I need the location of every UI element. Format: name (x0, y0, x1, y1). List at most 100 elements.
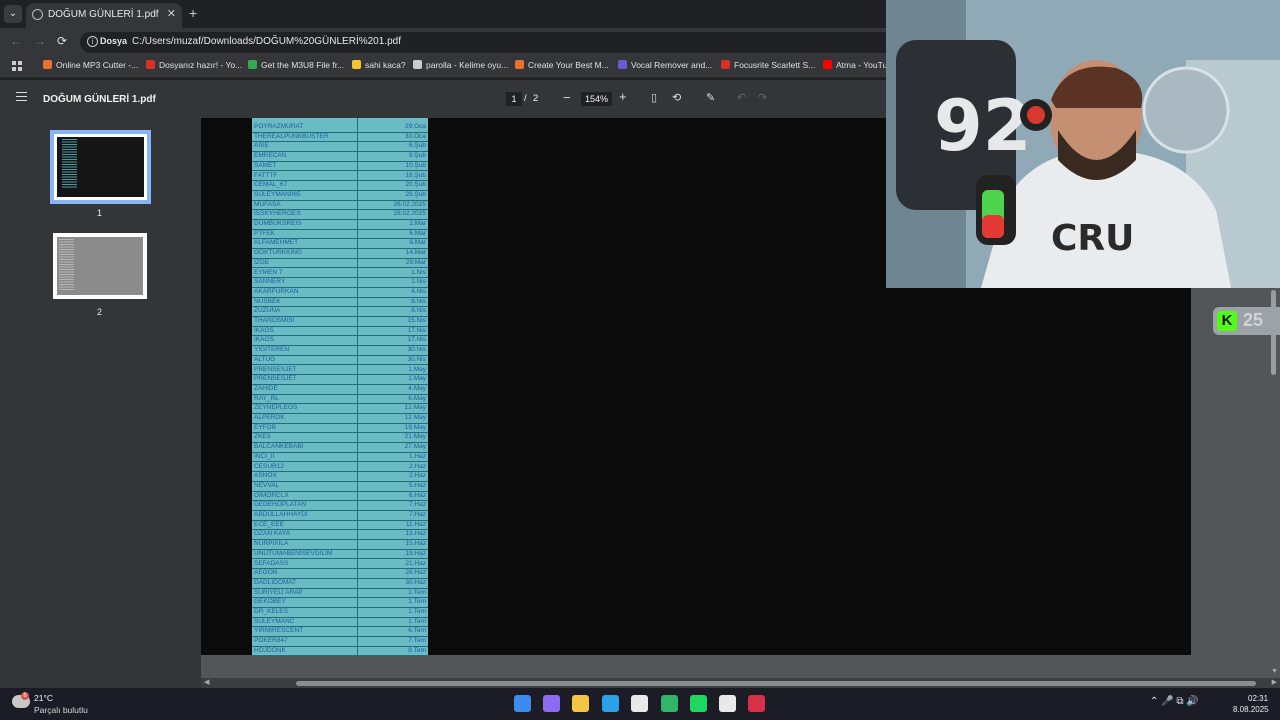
chrome-icon[interactable] (719, 695, 736, 712)
scroll-right-icon[interactable]: ▶ (1272, 678, 1277, 686)
zoom-in-button[interactable]: + (619, 89, 627, 104)
weather-description[interactable]: Parçalı bulutlu (34, 705, 88, 715)
table-cell-name: THANOSMISI (252, 317, 357, 327)
bookmark-label: sahi kaca? (365, 60, 406, 70)
table-cell-date: 2.Mar (358, 220, 428, 230)
menu-icon[interactable] (16, 92, 27, 101)
tab-pdf[interactable]: DOĞUM GÜNLERİ 1.pdf ✕ (26, 3, 182, 28)
reload-button[interactable]: ⟳ (57, 34, 67, 48)
table-cell-name: ASNOX (252, 472, 357, 482)
scroll-left-icon[interactable]: ◀ (204, 678, 209, 686)
rotate-icon[interactable]: ⟲ (672, 91, 681, 104)
table-cell-name: YIRMIRESCENT (252, 627, 357, 638)
table-cell-date: 28.Haz (358, 569, 428, 579)
bookmark-favicon-icon (823, 60, 832, 69)
page-number-input[interactable]: 1 (506, 92, 522, 106)
horizontal-scrollbar[interactable]: ◀ ▶ (201, 678, 1280, 688)
table-cell-name: CESUR12 (252, 463, 357, 473)
kick-follower-badge: K 25 (1213, 307, 1280, 335)
table-cell-date: 7.Tem (358, 637, 428, 647)
table-cell-date: 17.Nis (358, 327, 428, 337)
table-cell-name: PRENSESJET (252, 366, 357, 376)
annotate-icon[interactable]: ✎ (706, 91, 715, 104)
table-cell-name: MUFASA (252, 201, 357, 211)
table-cell-name: AEGON (252, 569, 357, 579)
undo-icon[interactable]: ↶ (737, 91, 746, 104)
clock-time[interactable]: 02:31 (1248, 694, 1268, 703)
bookmark-item[interactable]: parolla - Kelime oyu... (413, 60, 508, 74)
table-cell-date: 26.Şub (358, 191, 428, 201)
table-cell-date: 1.Haz (358, 453, 428, 463)
table-cell-date: 21.Haz (358, 560, 428, 570)
spotify-icon[interactable] (690, 695, 707, 712)
table-cell-name: DEDEHOPLATAN (252, 501, 357, 511)
file-explorer-icon[interactable] (572, 695, 589, 712)
info-icon[interactable]: i (87, 36, 98, 47)
table-cell-date: 21.May (358, 433, 428, 444)
browser-toolbar: ← → ⟳ i Dosya C:/Users/muzaf/Downloads/D… (0, 28, 886, 56)
site-chip[interactable]: Dosya (100, 36, 127, 46)
table-cell-name: SAMET (252, 162, 357, 172)
windows-start-icon[interactable] (514, 695, 531, 712)
close-tab-icon[interactable]: ✕ (167, 7, 176, 20)
table-cell-date: 1.Nis (358, 269, 428, 279)
table-cell-name: ALPEROK (252, 414, 357, 424)
address-bar[interactable]: i Dosya C:/Users/muzaf/Downloads/DOĞUM%2… (80, 32, 886, 53)
bookmark-item[interactable]: Get the M3U8 File fr... (248, 60, 344, 74)
windows-taskbar: 6 21°C Parçalı bulutlu ⌃ 🎤 ⧉ 🔊 02:31 8.0… (0, 688, 1280, 720)
horizontal-scroll-thumb[interactable] (296, 681, 1256, 686)
follower-count: 25 (1243, 310, 1264, 330)
edge-icon[interactable] (602, 695, 619, 712)
system-tray[interactable]: ⌃ 🎤 ⧉ 🔊 (1150, 696, 1199, 707)
bookmark-item[interactable]: Atma - YouTu (823, 60, 887, 74)
bookmark-item[interactable]: Vocal Remover and... (618, 60, 712, 74)
table-cell-name: YİĞİTEREN (252, 346, 357, 356)
page-total: 2 (533, 93, 539, 104)
clock-date[interactable]: 8.08.2025 (1233, 705, 1269, 714)
copilot-icon[interactable] (543, 695, 560, 712)
store-icon[interactable] (631, 695, 648, 712)
redo-icon[interactable]: ↷ (758, 91, 767, 104)
forward-button[interactable]: → (34, 34, 46, 48)
bookmark-item[interactable]: Focusrite Scarlett S... (721, 60, 815, 74)
tracker-app-icon[interactable] (661, 695, 678, 712)
table-cell-date: 1.Tem (358, 598, 428, 608)
url-text[interactable]: C:/Users/muzaf/Downloads/DOĞUM%20GÜNLERİ… (132, 36, 401, 47)
bookmark-item[interactable]: Online MP3 Cutter -... (43, 60, 138, 74)
weather-badge: 6 (21, 692, 29, 700)
bookmark-item[interactable]: Create Your Best M... (515, 60, 609, 74)
bookmark-item[interactable]: Dosyanız hazır! - Yo... (146, 60, 242, 74)
new-tab-button[interactable]: + (189, 5, 197, 21)
table-cell-date: 6.Mar (358, 230, 428, 240)
temperature[interactable]: 21°C (34, 693, 53, 703)
table-cell-date: 19.Haz (358, 550, 428, 560)
scroll-down-icon[interactable]: ▼ (1271, 668, 1278, 675)
tab-strip: ⌄ DOĞUM GÜNLERİ 1.pdf ✕ + (0, 0, 886, 28)
table-cell-date: 9.Şub (358, 152, 428, 162)
table-cell-name: POYRAZMURAT (252, 123, 357, 133)
table-cell-date: 5.Haz (358, 482, 428, 492)
page-thumbnail-1[interactable] (50, 130, 151, 204)
back-button[interactable]: ← (10, 34, 22, 48)
kick-logo-icon: K (1217, 311, 1237, 331)
table-cell-date: 28.02.2025 (358, 210, 428, 220)
table-cell-name: GÖKTÜRKKING (252, 249, 357, 259)
bookmark-item[interactable]: sahi kaca? (352, 60, 406, 74)
table-cell-date: 6.Şub (358, 142, 428, 153)
table-cell-date: 12.May (358, 404, 428, 414)
table-cell-name: ECE_EEE (252, 521, 357, 531)
page-thumbnail-2[interactable] (53, 233, 147, 299)
tab-search-button[interactable]: ⌄ (4, 5, 22, 23)
table-cell-name: OİMORCLX (252, 492, 357, 502)
fit-page-icon[interactable]: ▯ (651, 91, 657, 104)
zoom-level-input[interactable]: 154% (581, 92, 612, 106)
table-cell-date: 2.Haz (358, 463, 428, 473)
table-cell-date: 18.Şub (358, 172, 428, 182)
table-cell-name: İKAOS (252, 327, 357, 337)
bookmark-label: parolla - Kelime oyu... (426, 60, 509, 70)
table-cell-name: ZKE3 (252, 433, 357, 444)
table-cell-date: 14.Mar (358, 249, 428, 259)
media-app-icon[interactable] (748, 695, 765, 712)
apps-grid-icon[interactable] (12, 61, 22, 71)
zoom-out-button[interactable]: − (563, 90, 571, 105)
